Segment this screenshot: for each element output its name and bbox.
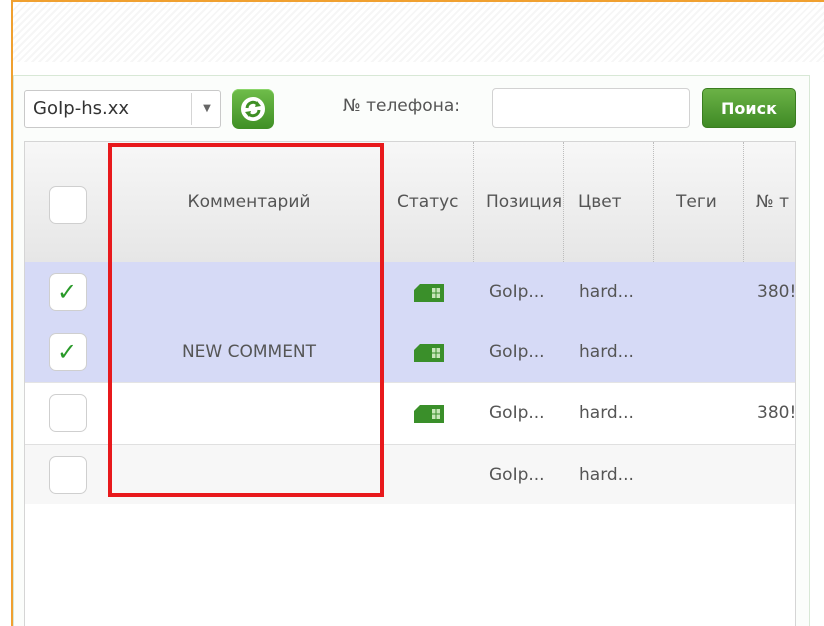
chevron-down-icon[interactable]: ▼: [199, 99, 215, 119]
sim-card-icon: [414, 284, 444, 302]
checkmark-icon: ✓: [57, 278, 78, 306]
phone-cell: [757, 322, 795, 382]
table-row[interactable]: GoIp... hard... 380!: [25, 382, 796, 443]
column-divider: [743, 142, 744, 262]
table-row[interactable]: GoIp... hard...: [25, 444, 795, 505]
phone-input[interactable]: [492, 88, 690, 128]
table-row[interactable]: ✓ NEW COMMENT GoIp... hard...: [25, 322, 795, 382]
position-cell: GoIp...: [489, 465, 545, 485]
color-cell: hard...: [579, 403, 634, 423]
sim-card-icon: [414, 405, 444, 423]
column-header-phone[interactable]: № т: [756, 142, 795, 262]
color-cell: hard...: [579, 465, 634, 485]
column-header-comment[interactable]: Комментарий: [109, 142, 389, 262]
comment-cell: [109, 262, 389, 322]
column-divider: [563, 142, 564, 262]
sim-grid: Комментарий Статус Позиция Цвет Теги № т…: [24, 141, 796, 626]
phone-cell: 380!: [757, 282, 796, 302]
server-select-value: GoIp-hs.xx: [33, 98, 130, 119]
column-header-color[interactable]: Цвет: [578, 142, 648, 262]
select-divider: [191, 93, 192, 125]
server-select[interactable]: GoIp-hs.xx ▼: [24, 90, 221, 128]
comment-cell: [109, 445, 389, 505]
row-checkbox[interactable]: ✓: [49, 333, 87, 371]
grid-header: Комментарий Статус Позиция Цвет Теги № т: [25, 142, 795, 263]
refresh-icon: [241, 97, 265, 121]
color-cell: hard...: [579, 342, 634, 362]
checkmark-icon: ✓: [57, 338, 78, 366]
phone-cell: 380!: [757, 403, 796, 423]
position-cell: GoIp...: [489, 282, 545, 302]
position-cell: GoIp...: [489, 403, 545, 423]
refresh-button[interactable]: [232, 89, 274, 129]
header-pattern: [13, 2, 824, 62]
comment-cell: NEW COMMENT: [181, 342, 317, 362]
row-checkbox[interactable]: [49, 394, 87, 432]
comment-cell: [109, 383, 389, 443]
column-divider: [653, 142, 654, 262]
column-header-tags[interactable]: Теги: [676, 142, 746, 262]
table-row[interactable]: ✓ GoIp... hard... 380!: [25, 262, 796, 322]
column-header-status[interactable]: Статус: [397, 142, 467, 262]
search-button[interactable]: Поиск: [702, 88, 796, 128]
color-cell: hard...: [579, 282, 634, 302]
phone-cell: [757, 445, 795, 505]
row-checkbox[interactable]: ✓: [49, 273, 87, 311]
column-divider: [473, 142, 474, 262]
column-header-position[interactable]: Позиция: [486, 142, 562, 262]
phone-label: № телефона:: [343, 96, 460, 116]
select-all-checkbox[interactable]: [49, 186, 87, 224]
row-checkbox[interactable]: [49, 456, 87, 494]
sim-card-icon: [414, 344, 444, 362]
position-cell: GoIp...: [489, 342, 545, 362]
